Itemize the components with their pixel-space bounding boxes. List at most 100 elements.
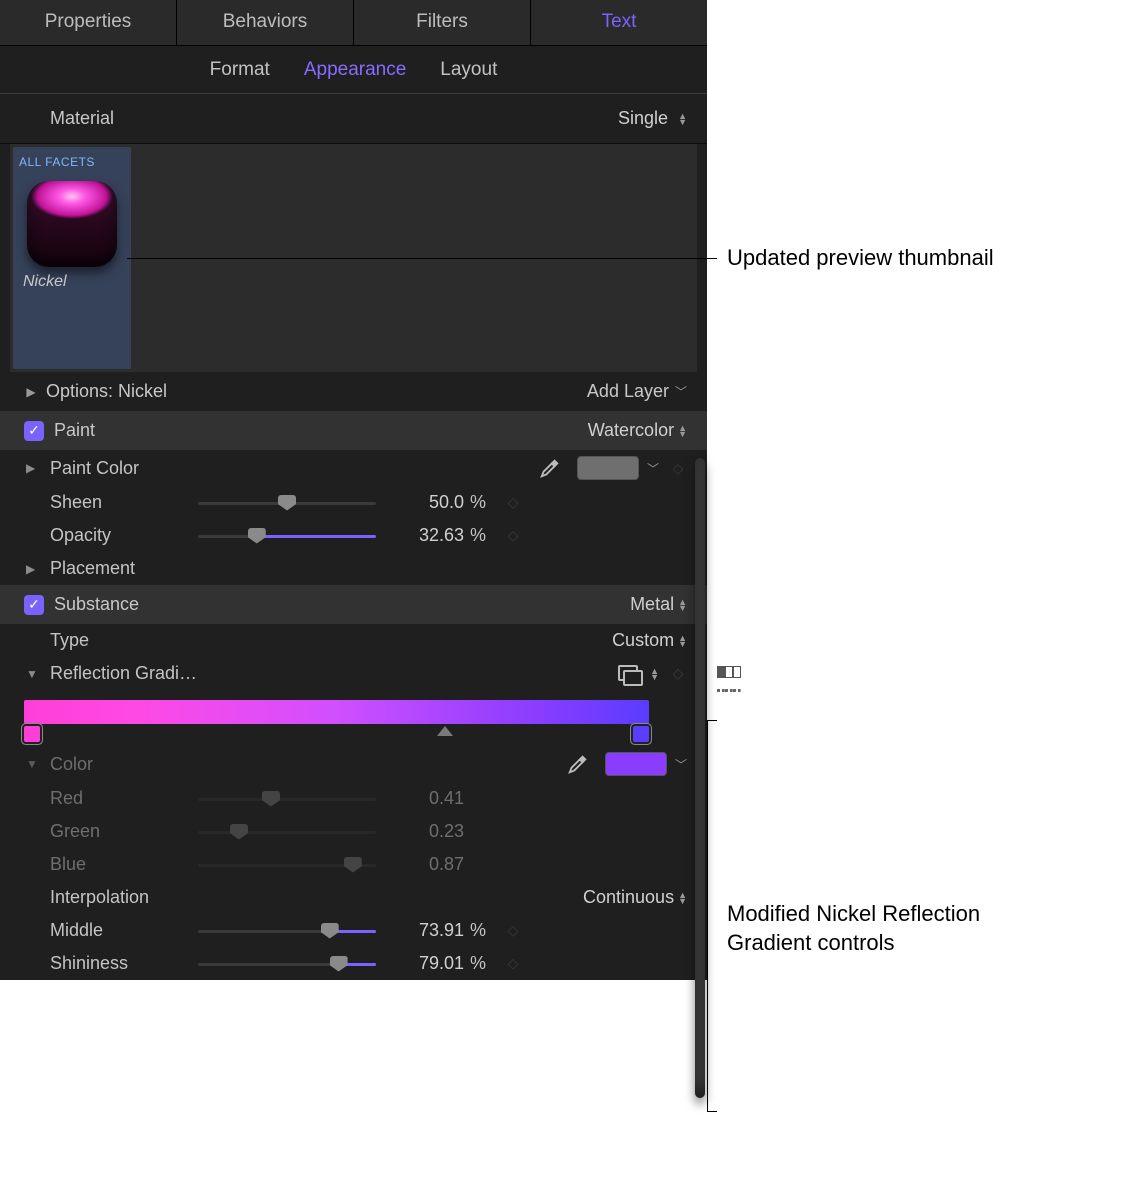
shininess-value[interactable]: 79.01 — [394, 953, 464, 974]
reflection-gradient-label: Reflection Gradi… — [50, 663, 198, 684]
eyedropper-icon[interactable] — [567, 753, 589, 775]
blue-value[interactable]: 0.87 — [394, 854, 464, 875]
interpolation-value[interactable]: Continuous — [583, 887, 674, 908]
disclosure-triangle-icon[interactable]: ▼ — [26, 667, 38, 681]
annotation-area: Updated preview thumbnail Modified Nicke… — [707, 0, 1141, 980]
tab-properties[interactable]: Properties — [0, 0, 177, 45]
disclosure-triangle-icon[interactable]: ▼ — [26, 757, 38, 771]
sheen-value[interactable]: 50.0 — [394, 492, 464, 513]
chevron-down-icon[interactable]: ﹀ — [675, 756, 687, 773]
disclosure-triangle-icon[interactable]: ▶ — [24, 385, 38, 399]
options-label: Options: Nickel — [46, 381, 167, 402]
stepper-icon[interactable] — [650, 668, 659, 680]
shininess-slider[interactable] — [198, 955, 376, 973]
blue-row: Blue 0.87 — [0, 848, 707, 881]
tab-text[interactable]: Text — [531, 0, 707, 45]
sheen-unit: % — [470, 492, 494, 513]
disclosure-triangle-icon[interactable]: ▶ — [26, 461, 35, 475]
keyframe-icon[interactable]: ◇ — [504, 527, 522, 544]
keyframe-icon[interactable]: ◇ — [504, 922, 522, 939]
opacity-unit: % — [470, 525, 494, 546]
material-row: Material Single — [0, 94, 707, 144]
inspector-panel: Properties Behaviors Filters Text Format… — [0, 0, 707, 980]
opacity-value[interactable]: 32.63 — [394, 525, 464, 546]
grad-color-swatch[interactable] — [605, 752, 667, 776]
material-label: Material — [50, 108, 618, 129]
blue-slider[interactable] — [198, 856, 376, 874]
interpolation-row: Interpolation Continuous — [0, 881, 707, 914]
subtab-format[interactable]: Format — [210, 59, 270, 81]
gradient-stop-left[interactable] — [24, 726, 40, 742]
middle-slider[interactable] — [198, 922, 376, 940]
type-value[interactable]: Custom — [612, 630, 674, 651]
gradient-midpoint[interactable] — [437, 726, 453, 736]
red-value[interactable]: 0.41 — [394, 788, 464, 809]
substance-value[interactable]: Metal — [630, 594, 674, 615]
tab-filters[interactable]: Filters — [354, 0, 531, 45]
disclosure-triangle-icon[interactable]: ▶ — [26, 562, 35, 576]
chevron-down-icon[interactable]: ﹀ — [647, 460, 659, 477]
shininess-unit: % — [470, 953, 494, 974]
sheen-row: Sheen 50.0 % ◇ — [0, 486, 707, 519]
sheen-slider[interactable] — [198, 494, 376, 512]
keyframe-icon[interactable]: ◇ — [669, 460, 687, 477]
type-label: Type — [50, 630, 198, 651]
red-slider[interactable] — [198, 790, 376, 808]
shininess-label: Shininess — [50, 953, 198, 974]
callout-gradient-text-1: Modified Nickel Reflection — [727, 900, 980, 929]
placement-row: ▶ Placement — [0, 552, 707, 585]
interpolation-label: Interpolation — [50, 887, 198, 908]
subtab-layout[interactable]: Layout — [440, 59, 497, 81]
keyframe-icon[interactable]: ◇ — [504, 494, 522, 511]
gradient-bar[interactable] — [24, 700, 649, 724]
subtab-appearance[interactable]: Appearance — [304, 59, 406, 81]
inspector-tabs: Properties Behaviors Filters Text — [0, 0, 707, 46]
stepper-icon[interactable] — [678, 599, 687, 611]
paint-label: Paint — [54, 420, 95, 441]
eyedropper-icon[interactable] — [539, 457, 561, 479]
callout-thumbnail-text: Updated preview thumbnail — [727, 244, 994, 273]
green-slider[interactable] — [198, 823, 376, 841]
middle-label: Middle — [50, 920, 198, 941]
gradient-editor[interactable] — [0, 690, 707, 746]
material-name: Nickel — [23, 273, 125, 291]
paint-checkbox[interactable]: ✓ — [24, 421, 44, 441]
callout-thumbnail: Updated preview thumbnail — [127, 244, 994, 273]
red-row: Red 0.41 — [0, 782, 707, 815]
material-thumbnail[interactable] — [27, 181, 117, 267]
stepper-icon[interactable] — [678, 113, 687, 125]
sheen-label: Sheen — [50, 492, 198, 513]
middle-value[interactable]: 73.91 — [394, 920, 464, 941]
middle-row: Middle 73.91 % ◇ — [0, 914, 707, 947]
keyframe-icon[interactable]: ◇ — [504, 955, 522, 972]
stepper-icon[interactable] — [678, 635, 687, 647]
callout-gradient: Modified Nickel Reflection Gradient cont… — [707, 720, 980, 1112]
substance-checkbox[interactable]: ✓ — [24, 595, 44, 615]
opacity-slider[interactable] — [198, 527, 376, 545]
middle-unit: % — [470, 920, 494, 941]
shininess-row: Shininess 79.01 % ◇ — [0, 947, 707, 980]
paint-color-label: Paint Color — [50, 458, 198, 479]
stepper-icon[interactable] — [678, 425, 687, 437]
material-value[interactable]: Single — [618, 108, 668, 129]
paint-type-value[interactable]: Watercolor — [588, 420, 674, 441]
chevron-down-icon[interactable]: ﹀ — [675, 383, 687, 400]
stepper-icon[interactable] — [678, 892, 687, 904]
keyframe-icon[interactable]: ◇ — [669, 665, 687, 682]
add-layer-button[interactable]: Add Layer — [587, 381, 669, 402]
tab-behaviors[interactable]: Behaviors — [177, 0, 354, 45]
facet-card[interactable]: ALL FACETS Nickel — [13, 147, 131, 369]
all-facets-label: ALL FACETS — [19, 155, 125, 169]
scrollbar[interactable] — [695, 448, 705, 1108]
red-label: Red — [50, 788, 198, 809]
green-row: Green 0.23 — [0, 815, 707, 848]
gradient-stop-right[interactable] — [633, 726, 649, 742]
grad-color-label: Color — [50, 754, 198, 775]
preset-icon[interactable] — [618, 665, 640, 683]
substance-label: Substance — [54, 594, 139, 615]
opacity-label: Opacity — [50, 525, 198, 546]
green-value[interactable]: 0.23 — [394, 821, 464, 842]
paint-color-swatch[interactable] — [577, 456, 639, 480]
placement-label: Placement — [50, 558, 198, 579]
options-row: ▶ Options: Nickel Add Layer ﹀ — [0, 372, 707, 411]
